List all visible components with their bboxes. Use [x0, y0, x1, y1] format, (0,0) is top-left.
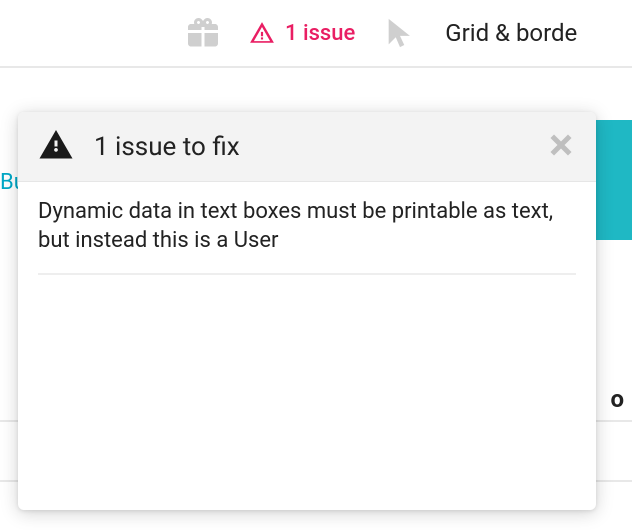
popup-title: 1 issue to fix [94, 132, 526, 162]
popup-body: Dynamic data in text boxes must be print… [18, 182, 596, 291]
issue-message[interactable]: Dynamic data in text boxes must be print… [38, 198, 576, 275]
partial-char-right: o [610, 385, 624, 413]
selected-element-overlay [592, 120, 632, 240]
issue-count-badge[interactable]: 1 issue [249, 20, 355, 46]
cursor-icon[interactable] [383, 16, 417, 50]
close-icon[interactable] [546, 130, 576, 164]
toolbar: 1 issue Grid & borde [0, 0, 632, 68]
warning-icon [38, 127, 74, 167]
warning-triangle-icon [249, 20, 275, 46]
gift-icon[interactable] [185, 15, 221, 51]
issues-popup: 1 issue to fix Dynamic data in text boxe… [18, 112, 596, 510]
issue-count-label: 1 issue [285, 21, 355, 46]
popup-header: 1 issue to fix [18, 112, 596, 182]
grid-borders-label[interactable]: Grid & borde [445, 19, 577, 47]
